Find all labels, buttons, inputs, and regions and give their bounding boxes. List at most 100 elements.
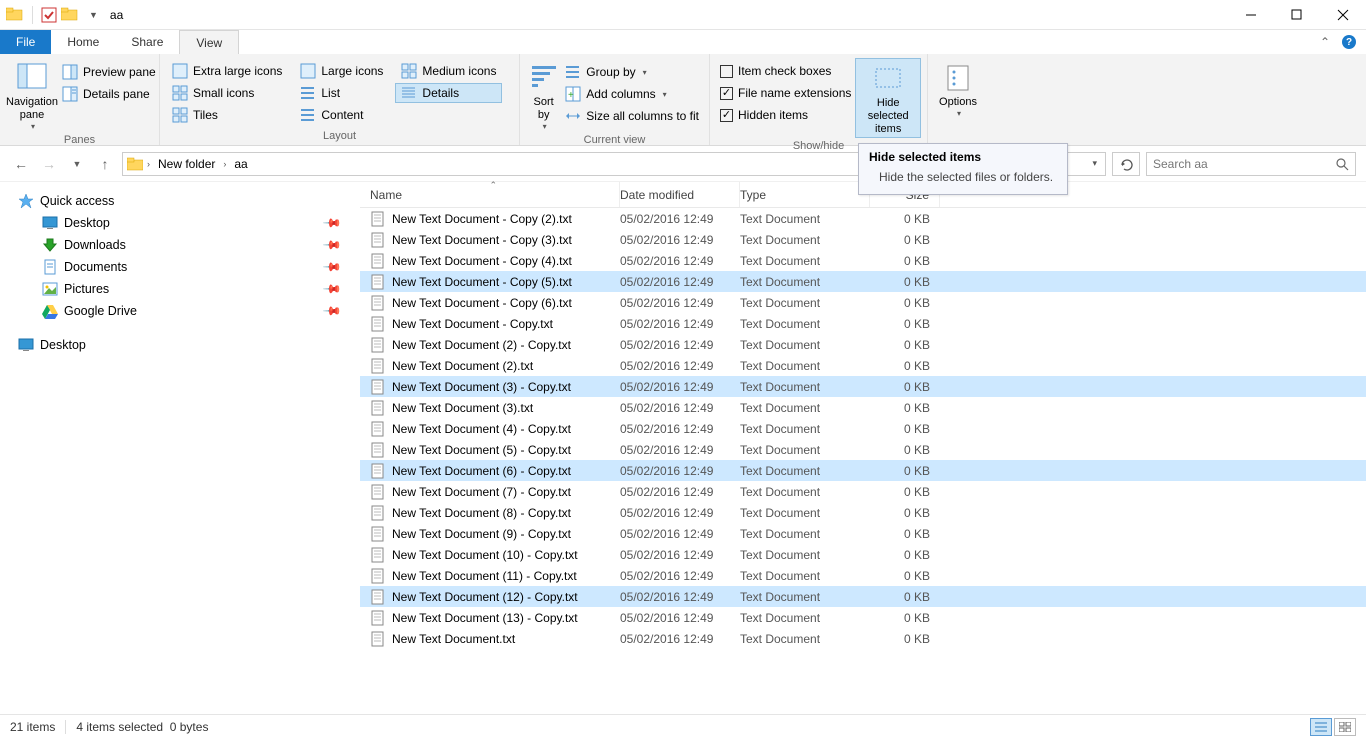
file-row[interactable]: New Text Document (5) - Copy.txt05/02/20…: [360, 439, 1366, 460]
file-row[interactable]: New Text Document - Copy (5).txt05/02/20…: [360, 271, 1366, 292]
file-row[interactable]: New Text Document (11) - Copy.txt05/02/2…: [360, 565, 1366, 586]
status-bar: 21 items 4 items selected 0 bytes: [0, 714, 1366, 738]
tree-desktop[interactable]: Desktop📌: [14, 212, 360, 234]
search-input[interactable]: Search aa: [1146, 152, 1356, 176]
preview-pane-button[interactable]: Preview pane: [58, 62, 160, 82]
layout-content[interactable]: Content: [294, 105, 389, 125]
file-name: New Text Document - Copy (2).txt: [392, 212, 572, 226]
add-columns-button[interactable]: +Add columns▾: [561, 84, 703, 104]
group-by-button[interactable]: Group by▾: [561, 62, 703, 82]
view-details-button[interactable]: [1310, 718, 1332, 736]
file-row[interactable]: New Text Document (2) - Copy.txt05/02/20…: [360, 334, 1366, 355]
file-date: 05/02/2016 12:49: [620, 485, 740, 499]
file-row[interactable]: New Text Document (3).txt05/02/2016 12:4…: [360, 397, 1366, 418]
tree-downloads[interactable]: Downloads📌: [14, 234, 360, 256]
qat-properties-icon[interactable]: [41, 7, 57, 23]
text-file-icon: [370, 442, 386, 458]
sort-by-button[interactable]: Sort by ▾: [526, 58, 561, 132]
tree-desktop-2[interactable]: Desktop: [14, 334, 360, 356]
file-row[interactable]: New Text Document - Copy (4).txt05/02/20…: [360, 250, 1366, 271]
recent-locations-dropdown[interactable]: ▼: [66, 153, 88, 175]
chevron-right-icon[interactable]: ›: [221, 159, 228, 169]
file-row[interactable]: New Text Document.txt05/02/2016 12:49Tex…: [360, 628, 1366, 649]
tree-quick-access[interactable]: Quick access: [14, 190, 360, 212]
file-row[interactable]: New Text Document (12) - Copy.txt05/02/2…: [360, 586, 1366, 607]
ribbon-collapse-icon[interactable]: ⌃: [1320, 35, 1330, 49]
hide-selected-items-button[interactable]: Hide selected items: [855, 58, 921, 138]
address-dropdown-icon[interactable]: ▾: [1086, 158, 1103, 169]
file-row[interactable]: New Text Document - Copy (6).txt05/02/20…: [360, 292, 1366, 313]
tab-share[interactable]: Share: [115, 30, 179, 54]
text-file-icon: [370, 316, 386, 332]
column-header-name[interactable]: Name⌃: [360, 182, 620, 207]
tree-pictures[interactable]: Pictures📌: [14, 278, 360, 300]
tab-home[interactable]: Home: [51, 30, 115, 54]
column-header-date[interactable]: Date modified: [620, 182, 740, 207]
file-row[interactable]: New Text Document (13) - Copy.txt05/02/2…: [360, 607, 1366, 628]
text-file-icon: [370, 232, 386, 248]
file-row[interactable]: New Text Document - Copy (2).txt05/02/20…: [360, 208, 1366, 229]
tab-file[interactable]: File: [0, 30, 51, 54]
layout-tiles[interactable]: Tiles: [166, 105, 288, 125]
file-type: Text Document: [740, 548, 870, 562]
layout-large-icons[interactable]: Large icons: [294, 61, 389, 81]
file-date: 05/02/2016 12:49: [620, 275, 740, 289]
help-icon[interactable]: ?: [1342, 35, 1356, 49]
navigation-bar: ← → ▼ ↑ › New folder › aa ▾ Search aa: [0, 146, 1366, 182]
hidden-items-toggle[interactable]: ✓Hidden items: [716, 106, 855, 124]
file-name: New Text Document (11) - Copy.txt: [392, 569, 577, 583]
tree-google-drive[interactable]: Google Drive📌: [14, 300, 360, 322]
layout-list[interactable]: List: [294, 83, 389, 103]
titlebar: ▼ aa: [0, 0, 1366, 30]
file-row[interactable]: New Text Document (7) - Copy.txt05/02/20…: [360, 481, 1366, 502]
tree-documents[interactable]: Documents📌: [14, 256, 360, 278]
file-name-extensions-toggle[interactable]: ✓File name extensions: [716, 84, 855, 102]
item-check-boxes-toggle[interactable]: Item check boxes: [716, 62, 855, 80]
file-row[interactable]: New Text Document (4) - Copy.txt05/02/20…: [360, 418, 1366, 439]
layout-options: Extra large icons Large icons Medium ico…: [166, 61, 502, 125]
file-row[interactable]: New Text Document (6) - Copy.txt05/02/20…: [360, 460, 1366, 481]
text-file-icon: [370, 589, 386, 605]
chevron-right-icon[interactable]: ›: [145, 159, 152, 169]
breadcrumb-segment[interactable]: aa: [230, 157, 251, 171]
file-row[interactable]: New Text Document - Copy (3).txt05/02/20…: [360, 229, 1366, 250]
layout-small-icons[interactable]: Small icons: [166, 83, 288, 103]
column-header-type[interactable]: Type: [740, 182, 870, 207]
back-button[interactable]: ←: [10, 153, 32, 175]
file-type: Text Document: [740, 527, 870, 541]
options-button[interactable]: Options ▾: [934, 58, 982, 119]
minimize-button[interactable]: [1228, 0, 1274, 30]
refresh-button[interactable]: [1112, 152, 1140, 176]
file-date: 05/02/2016 12:49: [620, 611, 740, 625]
navigation-pane-button[interactable]: Navigation pane ▾: [6, 58, 58, 132]
file-date: 05/02/2016 12:49: [620, 401, 740, 415]
close-button[interactable]: [1320, 0, 1366, 30]
qat-newfolder-icon[interactable]: [61, 6, 79, 24]
breadcrumb-segment[interactable]: New folder: [154, 157, 219, 171]
layout-extra-large-icons[interactable]: Extra large icons: [166, 61, 288, 81]
file-row[interactable]: New Text Document (3) - Copy.txt05/02/20…: [360, 376, 1366, 397]
status-item-count: 21 items: [10, 720, 55, 734]
size-columns-button[interactable]: Size all columns to fit: [561, 106, 703, 126]
file-row[interactable]: New Text Document (8) - Copy.txt05/02/20…: [360, 502, 1366, 523]
tab-view[interactable]: View: [179, 30, 239, 54]
layout-details[interactable]: Details: [395, 83, 502, 103]
ribbon-group-layout: Layout: [160, 128, 519, 145]
qat-customize-dropdown[interactable]: ▼: [83, 10, 104, 20]
file-row[interactable]: New Text Document (9) - Copy.txt05/02/20…: [360, 523, 1366, 544]
file-size: 0 KB: [870, 485, 940, 499]
file-row[interactable]: New Text Document (10) - Copy.txt05/02/2…: [360, 544, 1366, 565]
up-button[interactable]: ↑: [94, 153, 116, 175]
file-row[interactable]: New Text Document (2).txt05/02/2016 12:4…: [360, 355, 1366, 376]
file-size: 0 KB: [870, 317, 940, 331]
file-size: 0 KB: [870, 338, 940, 352]
view-large-icons-button[interactable]: [1334, 718, 1356, 736]
layout-medium-icons[interactable]: Medium icons: [395, 61, 502, 81]
group-by-icon: [565, 64, 581, 80]
quick-access-toolbar: ▼: [0, 6, 104, 24]
details-pane-button[interactable]: Details pane: [58, 84, 160, 104]
maximize-button[interactable]: [1274, 0, 1320, 30]
file-size: 0 KB: [870, 611, 940, 625]
forward-button[interactable]: →: [38, 153, 60, 175]
file-row[interactable]: New Text Document - Copy.txt05/02/2016 1…: [360, 313, 1366, 334]
